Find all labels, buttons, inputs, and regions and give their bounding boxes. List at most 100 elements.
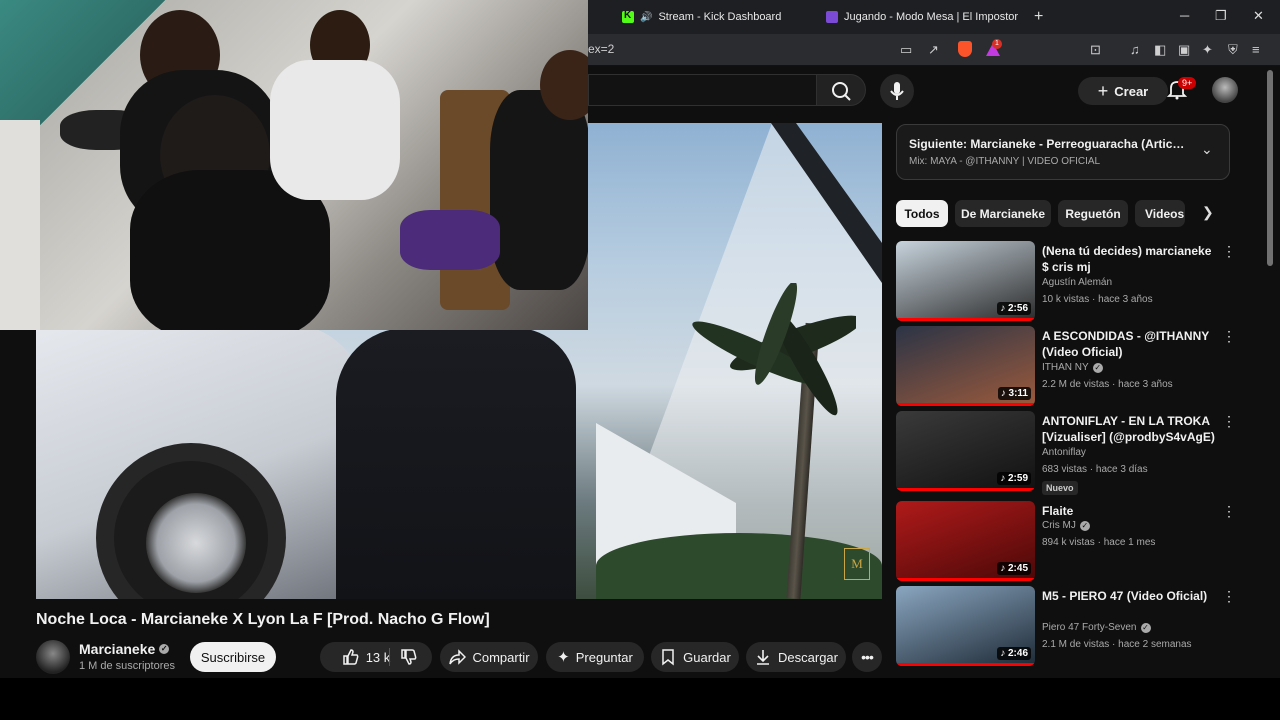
up-next-box[interactable]: Siguiente: Marcianeke - Perreoguaracha (… [896,124,1230,180]
video-thumbnail[interactable]: ♪ 2:59 [896,411,1035,491]
chip-videos[interactable]: Videos [1135,200,1185,227]
recommendation-channel[interactable]: ITHAN NY ✓ [1042,362,1103,373]
like-button[interactable]: 13 k [342,648,391,666]
download-button[interactable]: Descargar [746,642,846,672]
kebab-menu-icon[interactable]: ⋮ [1222,243,1236,260]
recommendation-item[interactable]: ♪ 2:56 (Nena tú decides) marcianeke $ cri… [896,241,1266,321]
kebab-menu-icon[interactable]: ⋮ [1222,588,1236,605]
recommendation-item[interactable]: ♪ 2:46 M5 - PIERO 47 (Video Oficial) Piero… [896,586,1266,666]
channel-text[interactable]: Cris MJ [1042,520,1076,531]
save-button[interactable]: Guardar [651,642,739,672]
video-thumbnail[interactable]: ♪ 3:11 [896,326,1035,406]
channel-text[interactable]: Agustín Alemán [1042,277,1112,288]
cast-icon[interactable]: ▭ [900,42,912,58]
recommendation-title[interactable]: A ESCONDIDAS - @ITHANNY (Video Oficial) [1042,328,1216,360]
duration-text: 2:59 [1007,473,1028,484]
recommendation-meta: 894 k vistas · hace 1 mes [1042,537,1156,548]
youtube-header: + Crear 9+ [588,66,1280,118]
up-next-title[interactable]: Siguiente: Marcianeke - Perreoguaracha (… [909,137,1189,151]
search-button[interactable] [816,74,866,106]
sidebar-icon[interactable]: ◧ [1154,42,1166,58]
white-shirt [270,60,400,200]
chevron-down-icon[interactable]: ⌄ [1201,141,1213,158]
tab-modo-mesa[interactable]: Jugando - Modo Mesa | El Impostor [826,0,1032,34]
recommendation-channel[interactable]: Antoniflay [1042,447,1086,458]
address-bar[interactable]: ex=2 ▭ ↗ 1 ⊡ ♫ ◧ ▣ ✦ ⛨ ≡ [588,34,1280,66]
recommendation-channel[interactable]: Agustín Alemán [1042,277,1112,288]
duration-text: 2:56 [1007,303,1028,314]
duration-badge: ♪ 2:56 [997,302,1031,315]
bookmark-icon [662,649,674,666]
wallet-icon[interactable]: ▣ [1178,42,1190,58]
recommendation-title[interactable]: Flaite [1042,503,1216,519]
recommendation-title[interactable]: ANTONIFLAY - EN LA TROKA [Vizualiser] (@… [1042,413,1216,445]
recommendation-item[interactable]: ♪ 2:59 ANTONIFLAY - EN LA TROKA [Vizualis… [896,411,1266,495]
video-thumbnail[interactable]: ♪ 2:45 [896,501,1035,581]
channel-watermark[interactable]: M [844,548,870,580]
ask-label: Preguntar [575,649,633,665]
create-button[interactable]: + Crear [1078,77,1168,105]
kebab-menu-icon[interactable]: ⋮ [1222,328,1236,345]
chip-regueton[interactable]: Reguetón [1058,200,1128,227]
tab-kick-dashboard[interactable]: 🔊 Stream - Kick Dashboard [622,0,822,34]
search-input[interactable] [588,74,816,106]
media-icon[interactable]: ♫ [1130,42,1140,57]
more-actions-button[interactable]: ••• [852,642,882,672]
channel-text[interactable]: Antoniflay [1042,447,1086,458]
recommendation-channel[interactable]: Piero 47 Forty-Seven ✓ [1042,622,1151,633]
channel-name[interactable]: Marcianeke ✓ [79,641,170,657]
notification-badge: 9+ [1178,77,1197,89]
ask-button[interactable]: ✦ Preguntar [546,642,644,672]
download-label: Descargar [778,649,838,665]
kebab-menu-icon[interactable]: ⋮ [1222,503,1236,520]
like-count: 13 k [365,649,391,665]
chip-de-marcianeke[interactable]: De Marcianeke [955,200,1051,227]
share-button[interactable]: Compartir [440,642,538,672]
chip-todos[interactable]: Todos [896,200,948,227]
video-title: Noche Loca - Marcianeke X Lyon La F [Pro… [36,611,490,628]
recommendation-channel[interactable]: Cris MJ ✓ [1042,520,1090,531]
recommendation-title[interactable]: M5 - PIERO 47 (Video Oficial) [1042,588,1216,604]
channel-name-text[interactable]: Marcianeke [79,641,155,657]
new-tab-icon[interactable]: + [1034,8,1043,26]
kebab-menu-icon[interactable]: ⋮ [1222,413,1236,430]
duration-badge: ♪ 3:11 [997,387,1031,400]
leo-ai-icon[interactable]: ✦ [1202,42,1213,58]
channel-text[interactable]: Piero 47 Forty-Seven [1042,622,1137,633]
menu-icon[interactable]: ≡ [1252,42,1260,57]
minimize-icon[interactable]: ─ [1180,8,1189,23]
verified-icon: ✓ [159,644,170,654]
speaker-icon[interactable]: 🔊 [640,12,652,23]
recommendation-item[interactable]: ♪ 2:45 Flaite Cris MJ ✓ 894 k vistas · hace … [896,501,1266,581]
account-avatar[interactable] [1212,77,1238,103]
subscribe-button[interactable]: Suscribirse [190,642,276,672]
dislike-button[interactable] [400,648,418,671]
channel-text[interactable]: ITHAN NY [1042,362,1089,373]
video-thumbnail[interactable]: ♪ 2:46 [896,586,1035,666]
purple-shorts [400,210,500,270]
share-icon[interactable]: ↗ [928,42,939,58]
brave-shields-icon[interactable] [958,41,972,57]
recommendation-title[interactable]: (Nena tú decides) marcianeke $ cris mj [1042,243,1216,275]
sparkle-icon: ✦ [557,649,570,666]
scrollbar-thumb[interactable] [1267,70,1273,266]
voice-search-button[interactable] [880,74,914,108]
reader-icon[interactable]: ⊡ [1090,42,1101,58]
watch-progress [896,663,1035,666]
download-icon [757,650,770,665]
close-icon[interactable]: ✕ [1253,8,1264,24]
vpn-icon[interactable]: ⛨ [1228,42,1238,58]
recommendation-item[interactable]: ♪ 3:11 A ESCONDIDAS - @ITHANNY (Video Ofi… [896,326,1266,406]
channel-avatar[interactable] [36,640,70,674]
duration-badge: ♪ 2:45 [997,562,1031,575]
recommendation-meta: 2.1 M de vistas · hace 2 semanas [1042,639,1192,650]
modo-mesa-icon [826,11,838,23]
rewards-badge: 1 [992,39,1002,49]
url-text[interactable]: ex=2 [588,42,614,56]
chevron-right-icon[interactable]: ❯ [1202,204,1214,221]
verified-icon: ✓ [1140,622,1151,633]
hills [596,533,882,599]
maximize-icon[interactable]: ❐ [1215,8,1227,24]
duration-text: 3:11 [1008,388,1028,399]
video-thumbnail[interactable]: ♪ 2:56 [896,241,1035,321]
